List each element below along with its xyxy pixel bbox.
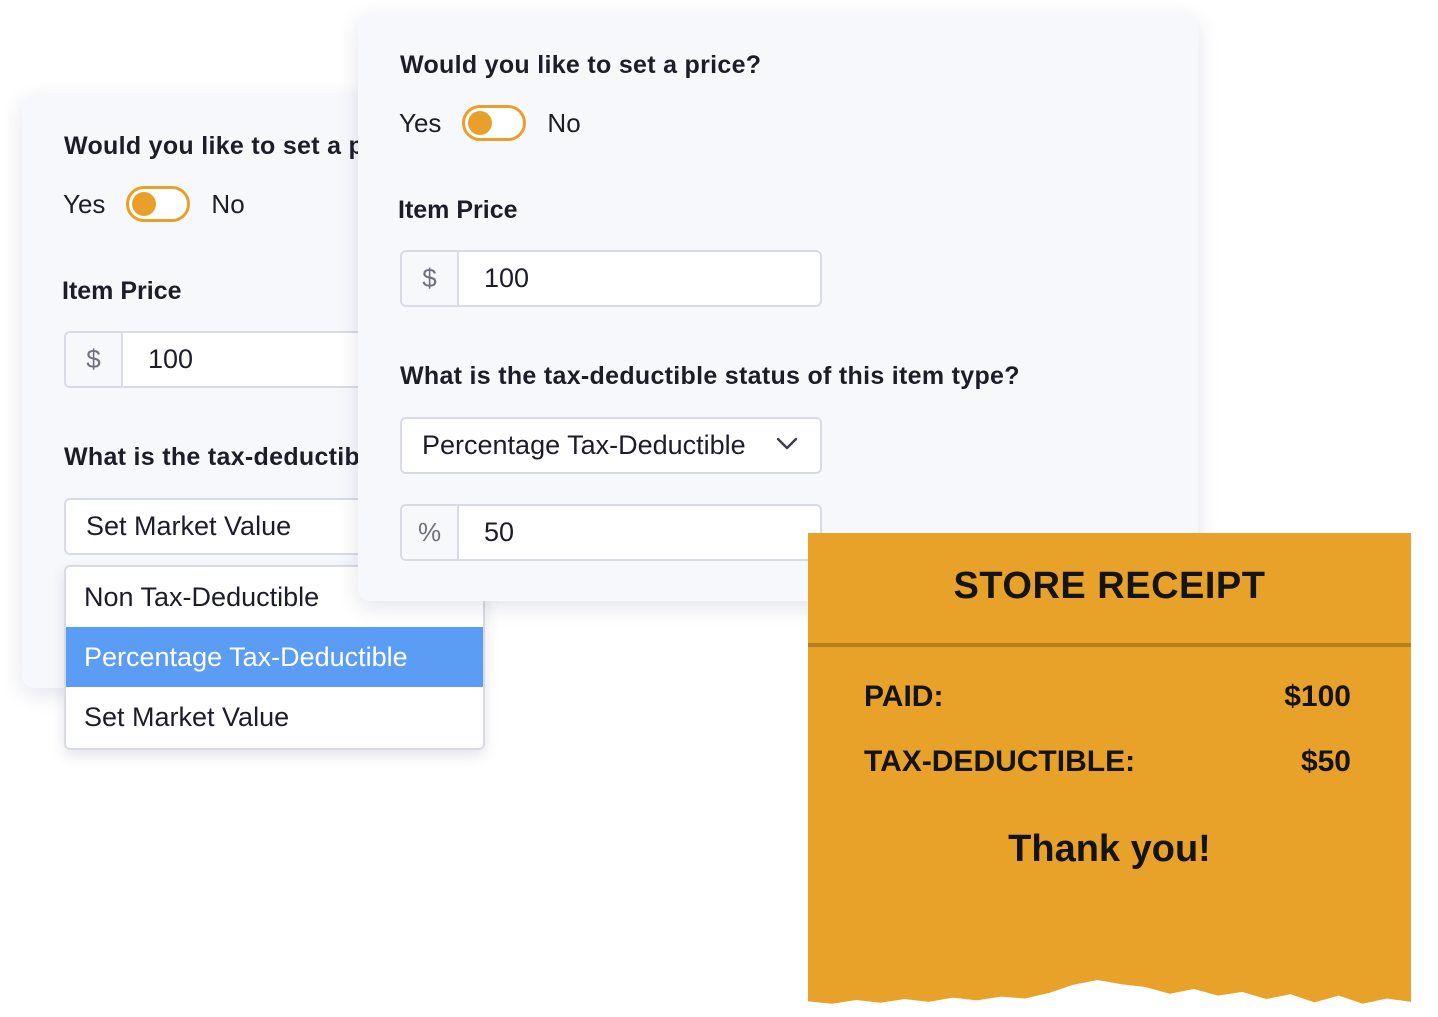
item-price-input[interactable]: $ 100 (400, 250, 822, 307)
toggle-no-label: No (547, 107, 581, 138)
dropdown-option-percentage-tax-deductible[interactable]: Percentage Tax-Deductible (66, 627, 483, 687)
price-toggle[interactable] (126, 186, 191, 222)
receipt-row-paid: PAID: $100 (864, 680, 1351, 714)
tax-status-select-value: Set Market Value (86, 511, 292, 541)
receipt-thank-you: Thank you! (1008, 828, 1211, 870)
toggle-knob (132, 192, 157, 216)
receipt-paid-value: $100 (1284, 680, 1351, 713)
dollar-sign-icon: $ (402, 252, 459, 305)
receipt-row-tax-deductible: TAX-DEDUCTIBLE: $50 (864, 745, 1351, 779)
price-toggle-row: Yes No (63, 186, 245, 222)
tax-status-select[interactable]: Percentage Tax-Deductible (400, 417, 822, 474)
price-toggle-row: Yes No (399, 105, 581, 141)
receipt-paid-label: PAID: (864, 680, 944, 713)
percent-sign-icon: % (402, 506, 459, 559)
tax-status-select-value: Percentage Tax-Deductible (422, 430, 746, 460)
percentage-value: 50 (484, 517, 515, 547)
percentage-input[interactable]: % 50 (400, 504, 822, 561)
receipt-divider (808, 643, 1411, 647)
price-question: Would you like to set a price? (400, 51, 762, 79)
receipt-tax-deductible-value: $50 (1300, 745, 1351, 778)
item-price-label: Item Price (398, 196, 518, 224)
item-price-value: 100 (484, 263, 530, 293)
item-price-label: Item Price (62, 277, 182, 305)
receipt-title: STORE RECEIPT (953, 565, 1266, 607)
toggle-no-label: No (211, 188, 245, 219)
toggle-yes-label: Yes (399, 107, 442, 138)
store-receipt: STORE RECEIPT PAID: $100 TAX-DEDUCTIBLE:… (808, 533, 1411, 1004)
toggle-yes-label: Yes (63, 188, 106, 219)
dropdown-option-set-market-value[interactable]: Set Market Value (66, 687, 483, 747)
dollar-sign-icon: $ (66, 333, 123, 386)
toggle-knob (468, 111, 493, 135)
price-toggle[interactable] (462, 105, 527, 141)
tax-status-question: What is the tax-deductible status of thi… (400, 362, 1020, 390)
receipt-tax-deductible-label: TAX-DEDUCTIBLE: (864, 745, 1136, 778)
front-form-card: Would you like to set a price? Yes No It… (358, 14, 1198, 601)
chevron-down-icon (776, 437, 798, 450)
item-price-value: 100 (148, 344, 194, 374)
